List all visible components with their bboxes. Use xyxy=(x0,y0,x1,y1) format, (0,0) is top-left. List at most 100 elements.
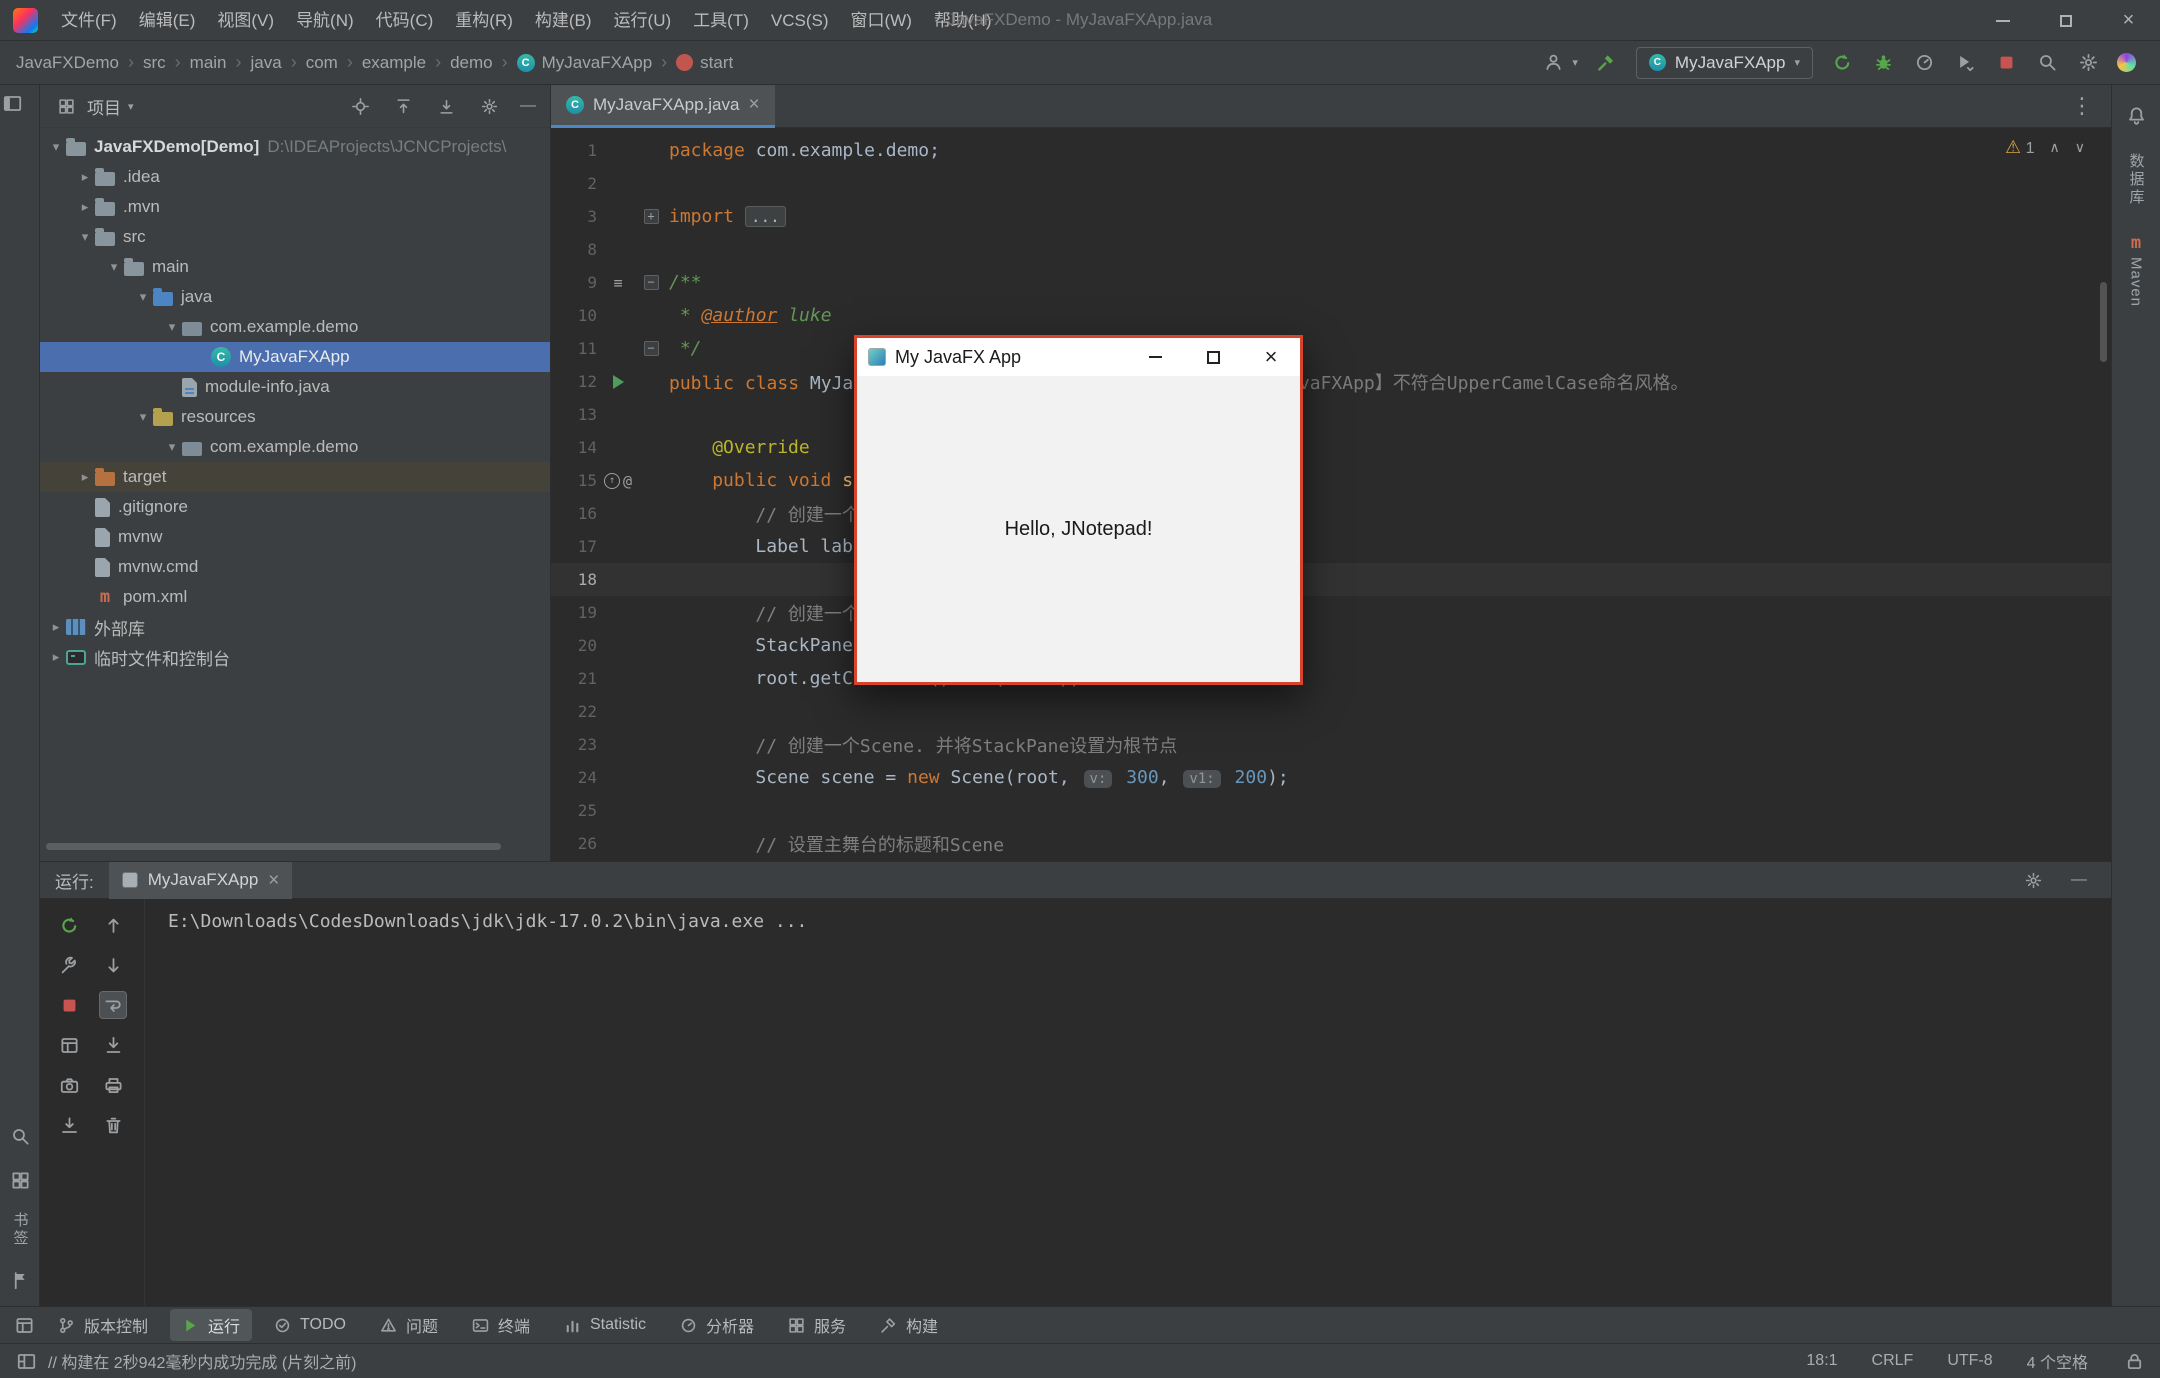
wrap-icon[interactable] xyxy=(99,991,127,1019)
editor-line[interactable]: 8 xyxy=(551,233,2111,266)
fold-marker-icon[interactable]: + xyxy=(644,209,659,224)
status-message[interactable]: // 构建在 2秒942毫秒内成功完成 (片刻之前) xyxy=(48,1349,356,1373)
close-icon[interactable]: × xyxy=(748,95,759,114)
menu-item[interactable]: 构建(B) xyxy=(524,0,603,41)
menu-item[interactable]: 重构(R) xyxy=(444,0,524,41)
run-gutter-icon[interactable] xyxy=(613,375,624,389)
toolwindow-button-profiler[interactable]: 分析器 xyxy=(668,1309,766,1341)
profiler-button[interactable] xyxy=(1912,51,1936,75)
find-stripe-icon[interactable] xyxy=(8,1124,32,1148)
bookmark-flag-icon[interactable] xyxy=(8,1268,32,1292)
editor-line[interactable]: 11− */ xyxy=(551,332,2111,365)
editor-line[interactable]: 22 xyxy=(551,695,2111,728)
breadcrumb-item[interactable]: src xyxy=(141,53,168,73)
tree-item[interactable]: module-info.java xyxy=(40,372,550,402)
tree-item[interactable]: .gitignore xyxy=(40,492,550,522)
tree-item[interactable]: ▸外部库 xyxy=(40,612,550,642)
close-icon[interactable]: × xyxy=(268,871,279,890)
tree-item[interactable]: ▾com.example.demo xyxy=(40,312,550,342)
up-icon[interactable] xyxy=(99,911,127,939)
editor-line[interactable]: 16// 创建一个Label用来显示文本 xyxy=(551,497,2111,530)
editor-line[interactable]: 14@Override xyxy=(551,431,2111,464)
more-icon[interactable]: ⋮ xyxy=(2071,93,2111,119)
menu-item[interactable]: 视图(V) xyxy=(206,0,285,41)
editor-line[interactable]: 3+import ... xyxy=(551,200,2111,233)
tree-item[interactable]: ▾resources xyxy=(40,402,550,432)
editor-line[interactable]: 24Scene scene = new Scene(root, v: 300, … xyxy=(551,761,2111,794)
down-icon[interactable] xyxy=(99,951,127,979)
debug-button[interactable] xyxy=(1871,51,1895,75)
search-everywhere-button[interactable] xyxy=(2035,51,2059,75)
horizontal-scrollbar[interactable] xyxy=(46,843,501,850)
run-tab[interactable]: MyJavaFXApp × xyxy=(109,862,293,899)
tree-item[interactable]: ▾java xyxy=(40,282,550,312)
breadcrumb-item[interactable]: java xyxy=(249,53,284,73)
tree-item[interactable]: ▾JavaFXDemo [Demo] D:\IDEAProjects\JCNCP… xyxy=(40,132,550,162)
tree-item[interactable]: ▾src xyxy=(40,222,550,252)
layout-stripe-icon[interactable] xyxy=(8,1168,32,1192)
breadcrumb-item[interactable]: com xyxy=(304,53,340,73)
run-config-selector[interactable]: MyJavaFXApp ▾ xyxy=(1636,47,1813,79)
window-layout-icon[interactable] xyxy=(12,1313,36,1337)
toolwindow-button-branch[interactable]: 版本控制 xyxy=(46,1309,160,1341)
editor-line[interactable]: 12public class MyJavaFXApp extends Appli… xyxy=(551,365,2111,398)
select-opened-file-button[interactable] xyxy=(348,94,372,118)
project-stripe-icon[interactable] xyxy=(0,85,24,109)
maximize-button[interactable] xyxy=(2034,0,2097,41)
editor-line[interactable]: 17Label label = new Label(text: "Hello, … xyxy=(551,530,2111,563)
chevron-down-icon[interactable]: ▾ xyxy=(128,100,134,113)
toolwindow-button-todo[interactable]: TODO xyxy=(262,1312,358,1338)
breadcrumb-method[interactable]: start xyxy=(674,53,735,73)
menu-item[interactable]: 运行(U) xyxy=(603,0,683,41)
breadcrumb-class[interactable]: MyJavaFXApp xyxy=(515,53,655,73)
tree-item[interactable]: mvnw.cmd xyxy=(40,552,550,582)
javafx-close-button[interactable]: × xyxy=(1242,338,1300,376)
editor-line[interactable]: 21root.getChildren().add(label); xyxy=(551,662,2111,695)
editor-line[interactable]: 9≡−/** xyxy=(551,266,2111,299)
tree-item[interactable]: ▾main xyxy=(40,252,550,282)
scrollend-icon[interactable] xyxy=(99,1031,127,1059)
camera-icon[interactable] xyxy=(55,1071,83,1099)
stop-icon[interactable] xyxy=(55,991,83,1019)
editor-line[interactable]: 18 xyxy=(551,563,2111,596)
tree-item[interactable]: ▸.idea xyxy=(40,162,550,192)
hide-panel-button[interactable]: — xyxy=(520,97,536,115)
toolwindow-button-problems[interactable]: 问题 xyxy=(368,1309,450,1341)
javafx-maximize-button[interactable] xyxy=(1184,338,1242,376)
toolwindow-button-stats[interactable]: Statistic xyxy=(552,1312,658,1338)
stop-button[interactable] xyxy=(1994,51,2018,75)
menu-item[interactable]: 工具(T) xyxy=(682,0,760,41)
tree-item[interactable]: ▸临时文件和控制台 xyxy=(40,642,550,672)
breadcrumb-item[interactable]: example xyxy=(360,53,428,73)
editor-line[interactable]: 19// 创建一个StackPane作为根节点 xyxy=(551,596,2111,629)
overrides-gutter-icon[interactable]: ↑ xyxy=(604,473,620,489)
trash-icon[interactable] xyxy=(99,1111,127,1139)
menu-item[interactable]: 文件(F) xyxy=(50,0,128,41)
editor-line[interactable]: 23// 创建一个Scene. 并将StackPane设置为根节点 xyxy=(551,728,2111,761)
ai-assistant-icon[interactable] xyxy=(2117,53,2136,72)
fold-marker-icon[interactable]: − xyxy=(644,341,659,356)
readonly-lock-icon[interactable] xyxy=(2122,1349,2146,1373)
toolwindow-button-play[interactable]: 运行 xyxy=(170,1309,252,1341)
collapse-all-button[interactable] xyxy=(434,94,458,118)
render-doc-gutter-icon[interactable]: ≡ xyxy=(613,274,622,292)
code-area[interactable]: 1package com.example.demo;23+import ...8… xyxy=(551,128,2111,861)
caret-position[interactable]: 18:1 xyxy=(1806,1352,1837,1370)
editor-line[interactable]: 10 * @author luke xyxy=(551,299,2111,332)
print-icon[interactable] xyxy=(99,1071,127,1099)
toolwindow-stripe-database[interactable]: 数据库 xyxy=(2126,153,2147,207)
javafx-window[interactable]: My JavaFX App × Hello, JNotepad! xyxy=(854,335,1303,685)
toolwindow-button-build[interactable]: 构建 xyxy=(868,1309,950,1341)
toolwindow-button-services[interactable]: 服务 xyxy=(776,1309,858,1341)
editor-line[interactable]: 13 xyxy=(551,398,2111,431)
tree-item[interactable]: ▸target xyxy=(40,462,550,492)
toolwindow-stripe-bookmarks[interactable]: 书签 xyxy=(10,1212,31,1248)
tree-item[interactable]: MyJavaFXApp xyxy=(40,342,550,372)
breadcrumb-item[interactable]: JavaFXDemo xyxy=(14,53,121,73)
console-settings-icon[interactable] xyxy=(2021,868,2045,892)
javafx-titlebar[interactable]: My JavaFX App × xyxy=(857,338,1300,376)
menu-item[interactable]: 代码(C) xyxy=(365,0,445,41)
console-output[interactable]: E:\Downloads\CodesDownloads\jdk\jdk-17.0… xyxy=(168,911,2089,932)
layout-icon[interactable] xyxy=(55,1031,83,1059)
breadcrumb-item[interactable]: main xyxy=(188,53,229,73)
